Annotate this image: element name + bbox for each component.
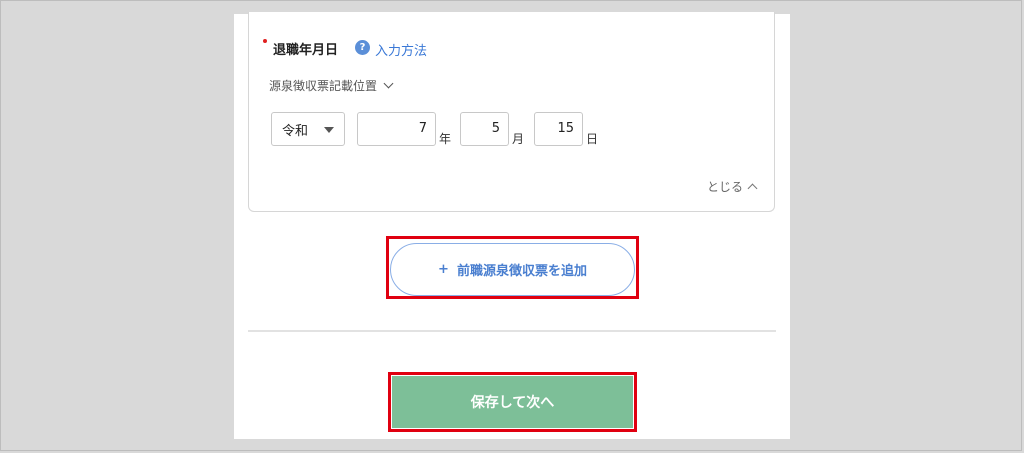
add-button-label: 前職源泉徴収票を追加 [456,264,587,279]
year-input[interactable]: 7 [357,112,436,146]
help-link[interactable]: 入力方法 [375,40,427,59]
era-select[interactable]: 令和 [271,112,345,146]
divider [248,330,776,332]
day-unit: 日 [586,132,599,146]
month-unit: 月 [512,132,525,146]
dropdown-arrow-icon [324,127,334,133]
add-withholding-slip-button[interactable]: + 前職源泉徴収票を追加 [390,243,635,296]
chevron-down-icon [383,78,394,89]
day-input[interactable]: 15 [534,112,583,146]
chevron-up-icon [747,183,758,194]
plus-icon: + [438,262,449,277]
close-toggle[interactable]: とじる [706,178,758,195]
save-and-next-button[interactable]: 保存して次へ [392,376,633,428]
position-toggle[interactable]: 源泉徴収票記載位置 [269,77,394,94]
era-value: 令和 [282,123,309,139]
position-toggle-label: 源泉徴収票記載位置 [269,79,378,93]
month-input[interactable]: 5 [460,112,509,146]
year-unit: 年 [439,132,452,146]
date-card: 退職年月日 ? 入力方法 源泉徴収票記載位置 令和 7 年 5 月 15 日 と… [248,12,775,212]
required-indicator [263,39,267,43]
help-icon[interactable]: ? [355,40,370,55]
save-button-label: 保存して次へ [470,395,555,411]
close-toggle-label: とじる [706,180,743,194]
field-title: 退職年月日 [273,43,339,58]
